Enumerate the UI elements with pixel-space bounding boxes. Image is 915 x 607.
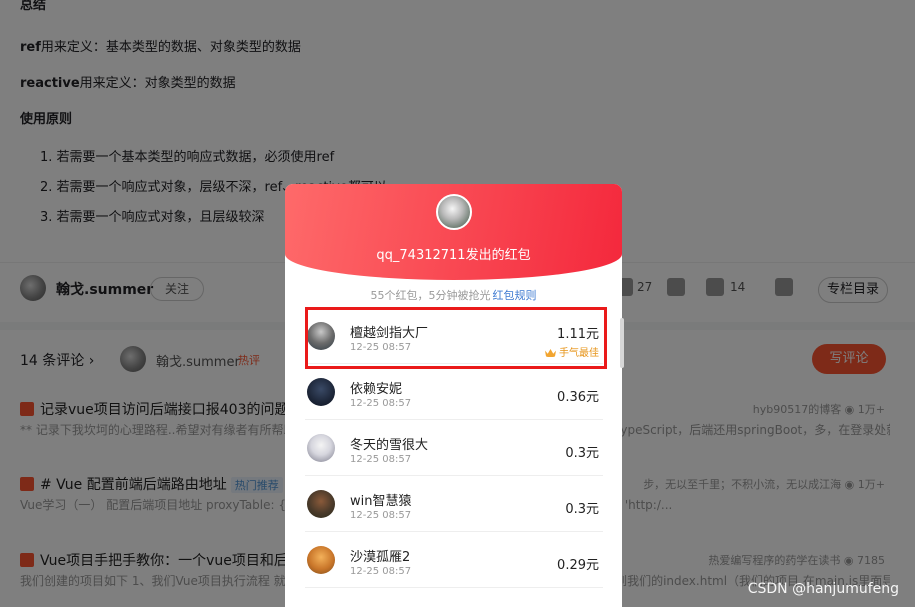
modal-scrollbar[interactable]	[620, 318, 624, 368]
claim-amount: 0.36元	[557, 390, 599, 405]
csdn-watermark: CSDN @hanjumufeng	[747, 581, 899, 597]
user-avatar	[307, 434, 335, 462]
claim-amount: 0.3元	[565, 502, 599, 517]
user-avatar	[307, 490, 335, 518]
claim-amount: 0.3元	[565, 446, 599, 461]
red-packet-title: qq_74312711发出的红包	[376, 248, 531, 263]
claim-time: 12-25 08:57	[350, 398, 412, 409]
red-packet-modal: qq_74312711发出的红包 55个红包，5分钟被抢光 红包规则 檀越剑指大厂…	[285, 184, 622, 607]
best-luck-highlight-box	[305, 307, 607, 369]
red-packet-rule-link[interactable]: 红包规则	[493, 289, 537, 302]
claimer-name: 依赖安妮	[350, 382, 403, 397]
sender-avatar	[436, 194, 472, 230]
claimer-name: win智慧猿	[350, 494, 412, 509]
claim-item: 沙漠孤雁2 12-25 08:57 0.29元	[305, 532, 603, 588]
claim-time: 12-25 08:57	[350, 454, 412, 465]
user-avatar	[307, 378, 335, 406]
claim-time: 12-25 08:57	[350, 510, 412, 521]
claim-time: 12-25 08:57	[350, 566, 412, 577]
red-packet-header: qq_74312711发出的红包	[285, 184, 622, 280]
claim-item: win智慧猿 12-25 08:57 0.3元	[305, 476, 603, 532]
red-packet-summary: 55个红包，5分钟被抢光 红包规则	[370, 289, 537, 302]
user-avatar	[307, 546, 335, 574]
claim-item: 依赖安妮 12-25 08:57 0.36元	[305, 364, 603, 420]
claimer-name: 冬天的雪很大	[350, 438, 429, 453]
claim-item: 冬天的雪很大 12-25 08:57 0.3元	[305, 420, 603, 476]
claim-amount: 0.29元	[557, 558, 599, 573]
claimer-name: 沙漠孤雁2	[350, 550, 411, 565]
